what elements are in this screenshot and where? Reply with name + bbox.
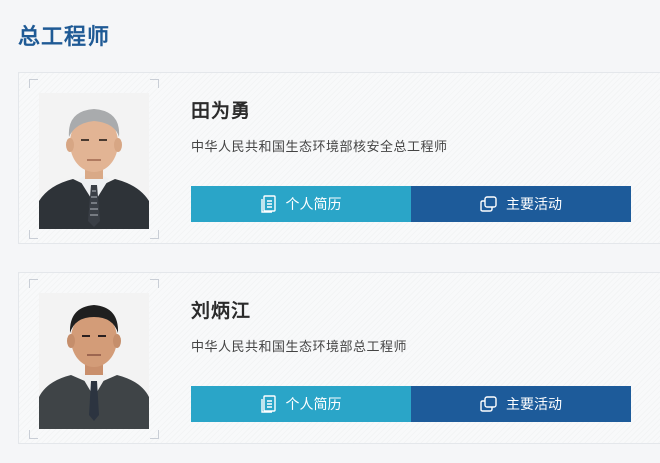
person-card: 田为勇 中华人民共和国生态环境部核安全总工程师 个人简历 主要活动 [18,72,660,244]
photo-frame [29,79,159,239]
page: 总工程师 田为勇 中华人民共和国生态环境部核安全总工程师 个人简历 主要活动 刘… [0,0,660,463]
resume-button-label: 个人简历 [285,397,342,413]
activities-button-label: 主要活动 [506,197,562,213]
frame-corner [150,79,159,88]
frame-corner [29,230,38,239]
person-card: 刘炳江 中华人民共和国生态环境部总工程师 个人简历 主要活动 [18,272,660,444]
frame-corner [29,430,38,439]
portrait-photo[interactable] [39,93,149,229]
activities-button-label: 主要活动 [506,397,562,413]
photo-frame [29,279,159,439]
activities-button[interactable]: 主要活动 [411,186,631,222]
portrait-photo[interactable] [39,293,149,429]
frame-corner [150,279,159,288]
person-name: 田为勇 [191,100,252,122]
section-title: 总工程师 [18,25,111,50]
resume-button[interactable]: 个人简历 [191,186,411,222]
resume-button-label: 个人简历 [285,197,342,213]
person-position: 中华人民共和国生态环境部核安全总工程师 [191,140,448,155]
frame-corner [29,79,38,88]
document-icon [260,395,277,413]
document-icon [260,195,277,213]
frame-corner [150,430,159,439]
copy-window-icon [480,396,497,412]
person-position: 中华人民共和国生态环境部总工程师 [191,340,408,355]
frame-corner [29,279,38,288]
person-name: 刘炳江 [191,300,252,322]
frame-corner [150,230,159,239]
copy-window-icon [480,196,497,212]
resume-button[interactable]: 个人简历 [191,386,411,422]
activities-button[interactable]: 主要活动 [411,386,631,422]
